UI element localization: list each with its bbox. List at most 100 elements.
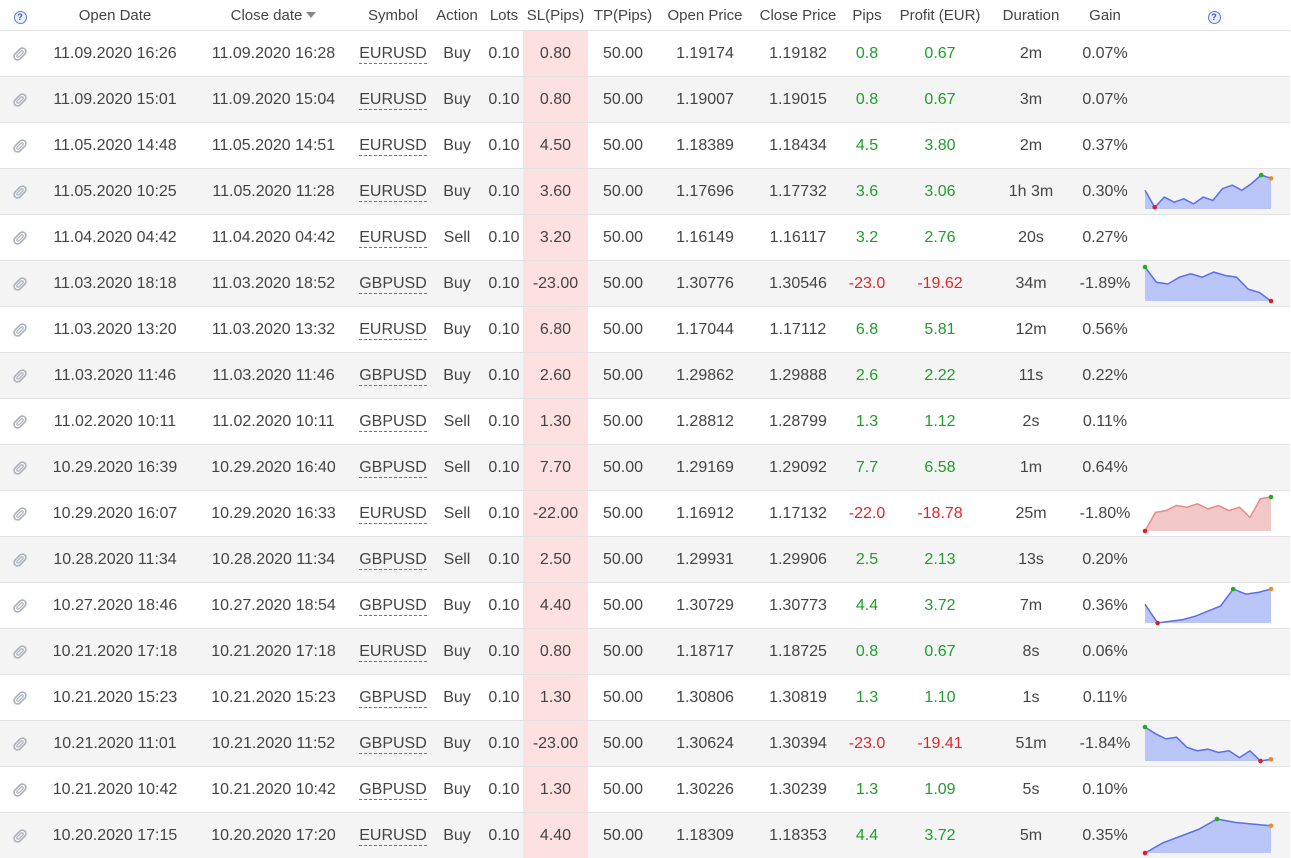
symbol-link[interactable]: EURUSD bbox=[357, 76, 429, 123]
col-pips[interactable]: Pips bbox=[844, 0, 890, 31]
close-price: 1.18353 bbox=[752, 812, 844, 858]
symbol-link[interactable]: EURUSD bbox=[357, 306, 429, 353]
attachment-icon[interactable] bbox=[0, 628, 40, 675]
spark-min-point bbox=[1268, 298, 1274, 303]
symbol-link[interactable]: EURUSD bbox=[357, 122, 429, 169]
symbol-link[interactable]: GBPUSD bbox=[357, 536, 429, 583]
attachment-icon[interactable] bbox=[0, 536, 40, 583]
attachment-icon[interactable] bbox=[0, 674, 40, 721]
attachment-icon[interactable] bbox=[0, 444, 40, 491]
attachment-icon[interactable] bbox=[0, 490, 40, 537]
col-tp[interactable]: TP(Pips) bbox=[588, 0, 658, 31]
attachment-icon[interactable] bbox=[0, 76, 40, 123]
close-date: 11.09.2020 15:04 bbox=[190, 76, 357, 123]
trade-sparkline bbox=[1142, 816, 1274, 855]
close-price: 1.30773 bbox=[752, 582, 844, 629]
close-price: 1.17132 bbox=[752, 490, 844, 537]
col-symbol[interactable]: Symbol bbox=[357, 0, 429, 31]
attachment-icon[interactable] bbox=[0, 582, 40, 629]
open-price: 1.30729 bbox=[658, 582, 752, 629]
close-date: 11.03.2020 18:52 bbox=[190, 260, 357, 307]
help-icon[interactable]: ? bbox=[1138, 0, 1290, 31]
profit: 0.67 bbox=[890, 628, 990, 675]
open-price: 1.30624 bbox=[658, 720, 752, 767]
symbol-link[interactable]: GBPUSD bbox=[357, 582, 429, 629]
table-row: 11.03.2020 18:18 11.03.2020 18:52 GBPUSD Bu… bbox=[0, 260, 1290, 307]
open-date: 11.09.2020 15:01 bbox=[40, 76, 190, 123]
attachment-icon[interactable] bbox=[0, 398, 40, 445]
spark-max-point bbox=[1230, 586, 1236, 591]
symbol-link[interactable]: GBPUSD bbox=[357, 674, 429, 721]
profit: 3.06 bbox=[890, 168, 990, 215]
symbol-link[interactable]: EURUSD bbox=[357, 30, 429, 77]
attachment-icon[interactable] bbox=[0, 812, 40, 858]
spark-max-point bbox=[1268, 494, 1274, 499]
open-price: 1.28812 bbox=[658, 398, 752, 445]
close-date: 10.20.2020 17:20 bbox=[190, 812, 357, 858]
attachment-icon[interactable] bbox=[0, 214, 40, 261]
col-open-price[interactable]: Open Price bbox=[658, 0, 752, 31]
open-price: 1.18717 bbox=[658, 628, 752, 675]
open-price: 1.29931 bbox=[658, 536, 752, 583]
sl-pips: 7.70 bbox=[523, 444, 588, 491]
col-action[interactable]: Action bbox=[429, 0, 485, 31]
close-date: 11.05.2020 14:51 bbox=[190, 122, 357, 169]
col-close-date[interactable]: Close date bbox=[190, 0, 357, 31]
sparkline-cell bbox=[1138, 720, 1290, 767]
profit: 2.76 bbox=[890, 214, 990, 261]
attachment-icon[interactable] bbox=[0, 122, 40, 169]
tp-pips: 50.00 bbox=[588, 122, 658, 169]
col-duration[interactable]: Duration bbox=[990, 0, 1072, 31]
sl-pips: 0.80 bbox=[523, 76, 588, 123]
profit: 2.22 bbox=[890, 352, 990, 399]
open-price: 1.18309 bbox=[658, 812, 752, 858]
lots: 0.10 bbox=[485, 306, 523, 353]
spark-area bbox=[1145, 174, 1271, 209]
symbol-link[interactable]: EURUSD bbox=[357, 812, 429, 858]
col-profit[interactable]: Profit (EUR) bbox=[890, 0, 990, 31]
attachment-icon[interactable] bbox=[0, 168, 40, 215]
symbol-link[interactable]: EURUSD bbox=[357, 490, 429, 537]
sort-desc-icon bbox=[306, 11, 317, 18]
table-row: 11.05.2020 10:25 11.05.2020 11:28 EURUSD Bu… bbox=[0, 168, 1290, 215]
col-sl[interactable]: SL(Pips) bbox=[523, 0, 588, 31]
action: Buy bbox=[429, 122, 485, 169]
attachment-icon[interactable] bbox=[0, 720, 40, 767]
pips: 2.5 bbox=[844, 536, 890, 583]
symbol-link[interactable]: GBPUSD bbox=[357, 352, 429, 399]
sl-pips: 6.80 bbox=[523, 306, 588, 353]
table-row: 10.21.2020 11:01 10.21.2020 11:52 GBPUSD Bu… bbox=[0, 720, 1290, 767]
attachment-icon[interactable] bbox=[0, 30, 40, 77]
close-date: 11.02.2020 10:11 bbox=[190, 398, 357, 445]
symbol-link[interactable]: EURUSD bbox=[357, 168, 429, 215]
symbol-link[interactable]: GBPUSD bbox=[357, 444, 429, 491]
col-close-price[interactable]: Close Price bbox=[752, 0, 844, 31]
col-open-date[interactable]: Open Date bbox=[40, 0, 190, 31]
symbol-link[interactable]: GBPUSD bbox=[357, 260, 429, 307]
open-price: 1.30226 bbox=[658, 766, 752, 813]
action: Buy bbox=[429, 720, 485, 767]
gain: -1.80% bbox=[1072, 490, 1138, 537]
tp-pips: 50.00 bbox=[588, 582, 658, 629]
close-price: 1.17732 bbox=[752, 168, 844, 215]
symbol-link[interactable]: EURUSD bbox=[357, 214, 429, 261]
profit: 3.72 bbox=[890, 582, 990, 629]
col-gain[interactable]: Gain bbox=[1072, 0, 1138, 31]
col-lots[interactable]: Lots bbox=[485, 0, 523, 31]
symbol-link[interactable]: GBPUSD bbox=[357, 720, 429, 767]
lots: 0.10 bbox=[485, 398, 523, 445]
spark-min-point bbox=[1258, 758, 1263, 763]
sparkline-cell bbox=[1138, 582, 1290, 629]
attachment-icon[interactable] bbox=[0, 352, 40, 399]
attachment-icon[interactable] bbox=[0, 306, 40, 353]
table-row: 10.21.2020 15:23 10.21.2020 15:23 GBPUSD Bu… bbox=[0, 674, 1290, 721]
symbol-link[interactable]: GBPUSD bbox=[357, 398, 429, 445]
attachment-icon[interactable] bbox=[0, 260, 40, 307]
lots: 0.10 bbox=[485, 214, 523, 261]
attachment-icon[interactable] bbox=[0, 766, 40, 813]
profit: 3.72 bbox=[890, 812, 990, 858]
symbol-link[interactable]: GBPUSD bbox=[357, 766, 429, 813]
sparkline-cell bbox=[1138, 674, 1290, 721]
help-icon[interactable]: ? bbox=[0, 0, 40, 31]
symbol-link[interactable]: EURUSD bbox=[357, 628, 429, 675]
